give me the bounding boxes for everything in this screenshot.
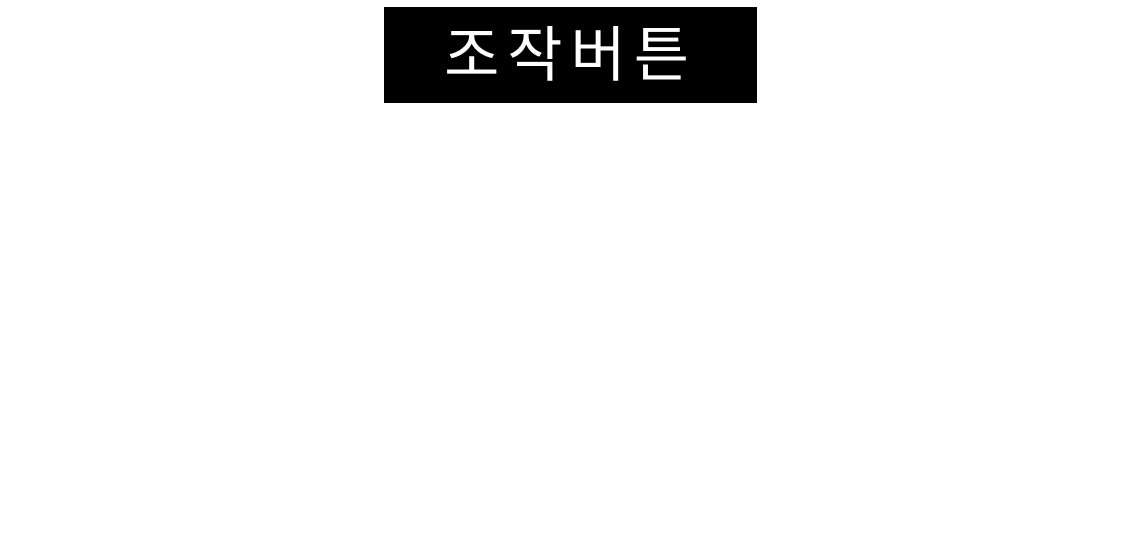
page-title: 조작버튼	[444, 21, 697, 91]
page-canvas: 조작버튼	[0, 0, 1140, 537]
title-banner: 조작버튼	[384, 7, 757, 103]
